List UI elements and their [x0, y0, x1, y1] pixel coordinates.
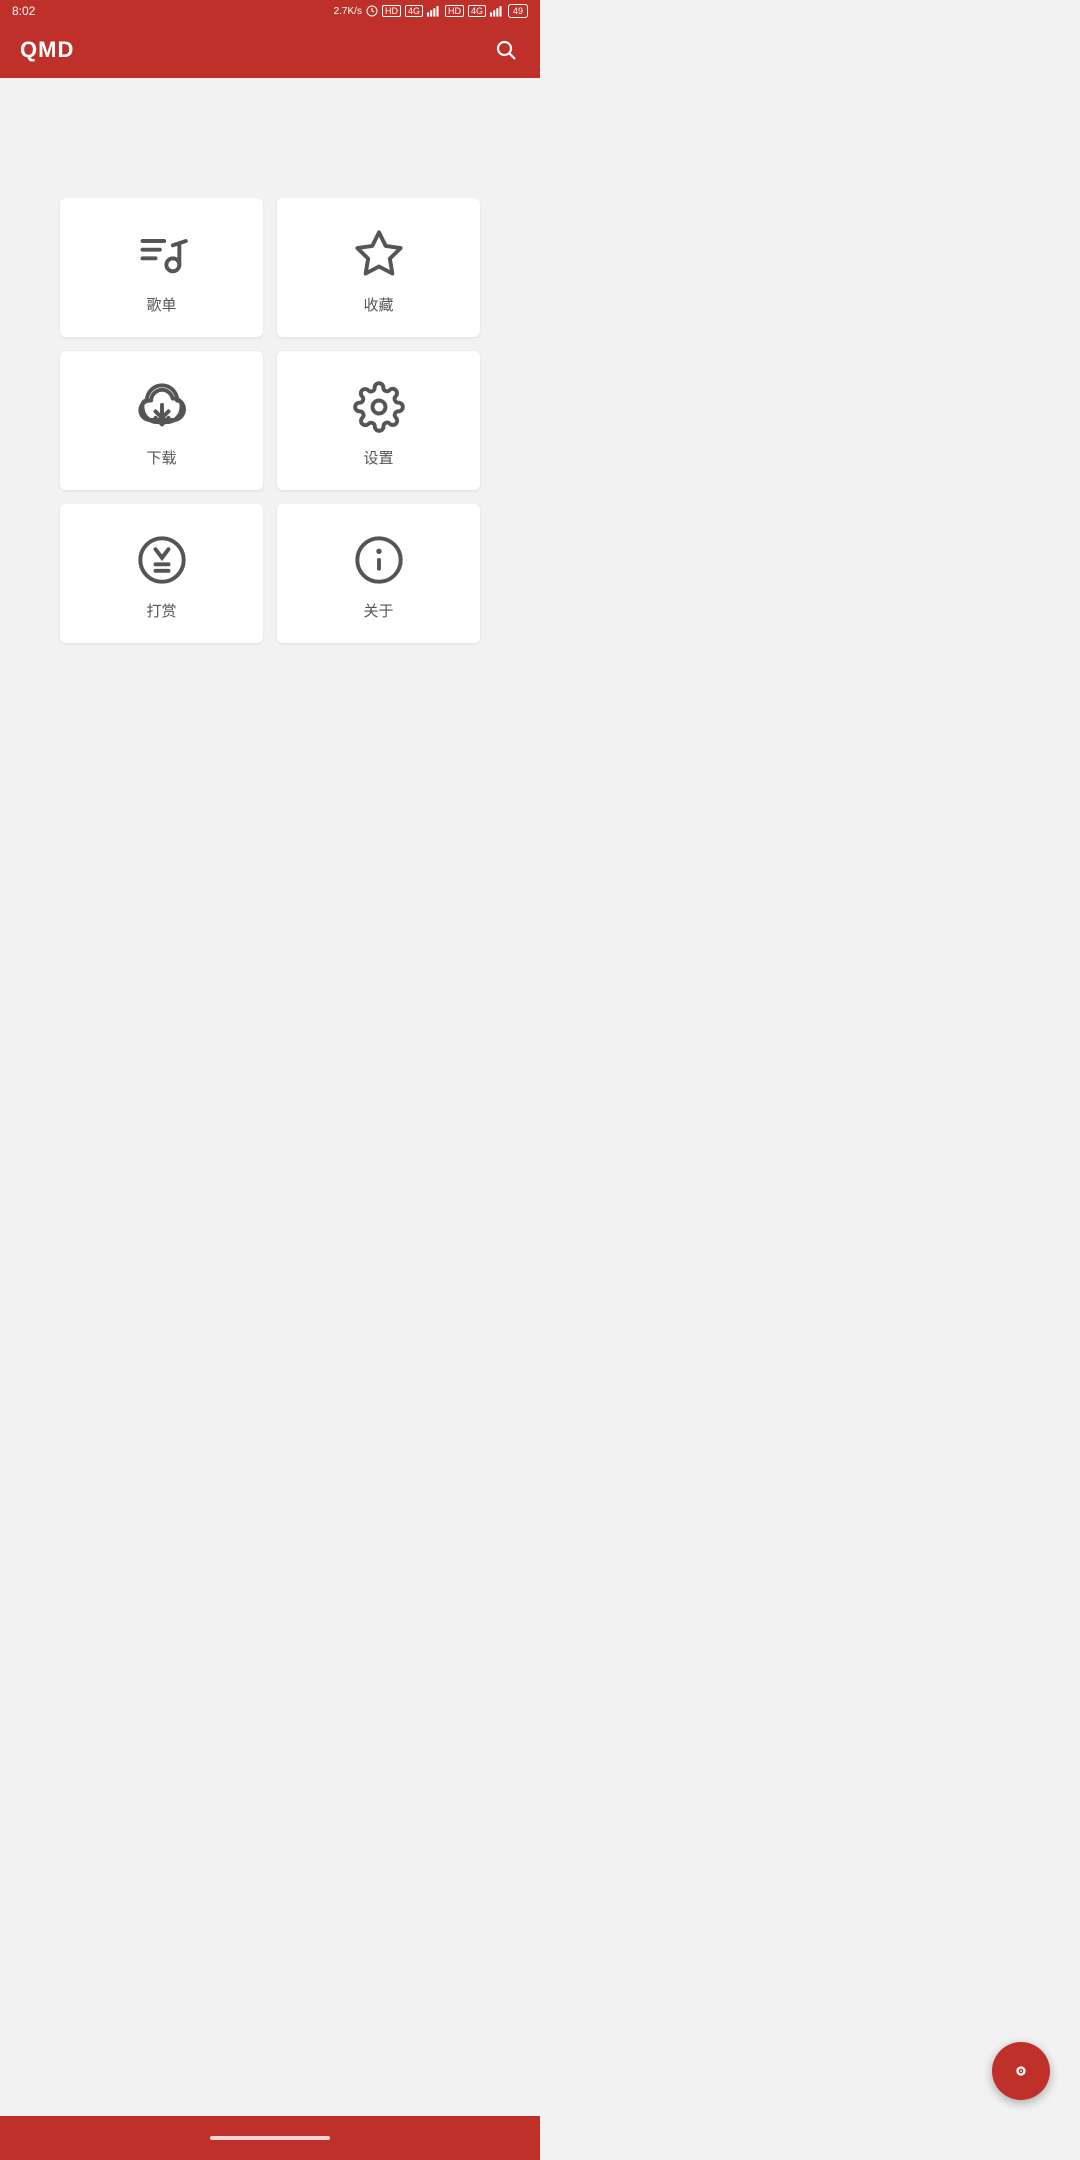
- signal-icon-2: [490, 5, 504, 17]
- signal-icon-1: [427, 5, 441, 17]
- network-4g-1: 4G: [405, 5, 423, 17]
- app-bar: QMD: [0, 22, 540, 78]
- favorites-label: 收藏: [363, 294, 393, 315]
- playlist-label: 歌单: [146, 294, 176, 315]
- battery-indicator: 49: [508, 4, 528, 18]
- home-indicator: [210, 2136, 330, 2140]
- info-icon: [353, 534, 405, 586]
- status-speed: 2.7K/s: [334, 6, 362, 17]
- music-note-icon: [1007, 2057, 1035, 2085]
- bottom-bar: [0, 2116, 540, 2160]
- fab-music-button[interactable]: [992, 2042, 1050, 2100]
- clock-icon: [366, 5, 378, 17]
- status-bar: 8:02 2.7K/s HD 4G HD 4G 49: [0, 0, 540, 22]
- about-label: 关于: [363, 600, 393, 621]
- app-title: QMD: [20, 37, 74, 63]
- yen-icon: [136, 534, 188, 586]
- grid-item-settings[interactable]: 设置: [277, 351, 480, 490]
- settings-icon: [353, 381, 405, 433]
- tip-label: 打赏: [146, 600, 176, 621]
- network-4g-2: 4G: [468, 5, 486, 17]
- download-label: 下载: [146, 447, 176, 468]
- playlist-icon: [136, 228, 188, 280]
- hd-badge-2: HD: [445, 5, 464, 17]
- status-time: 8:02: [12, 4, 35, 18]
- grid-item-playlist[interactable]: 歌单: [60, 198, 263, 337]
- hd-badge-1: HD: [382, 5, 401, 17]
- grid-item-download[interactable]: 下载: [60, 351, 263, 490]
- search-button[interactable]: [492, 36, 520, 64]
- status-right-icons: 2.7K/s HD 4G HD 4G 49: [334, 4, 528, 18]
- grid-item-tip[interactable]: 打赏: [60, 504, 263, 643]
- menu-grid: 歌单 收藏 下载: [60, 198, 480, 643]
- grid-item-favorites[interactable]: 收藏: [277, 198, 480, 337]
- settings-label: 设置: [363, 447, 393, 468]
- grid-item-about[interactable]: 关于: [277, 504, 480, 643]
- download-icon: [136, 381, 188, 433]
- search-icon: [494, 38, 518, 62]
- main-content: 歌单 收藏 下载: [0, 78, 540, 723]
- star-icon: [353, 228, 405, 280]
